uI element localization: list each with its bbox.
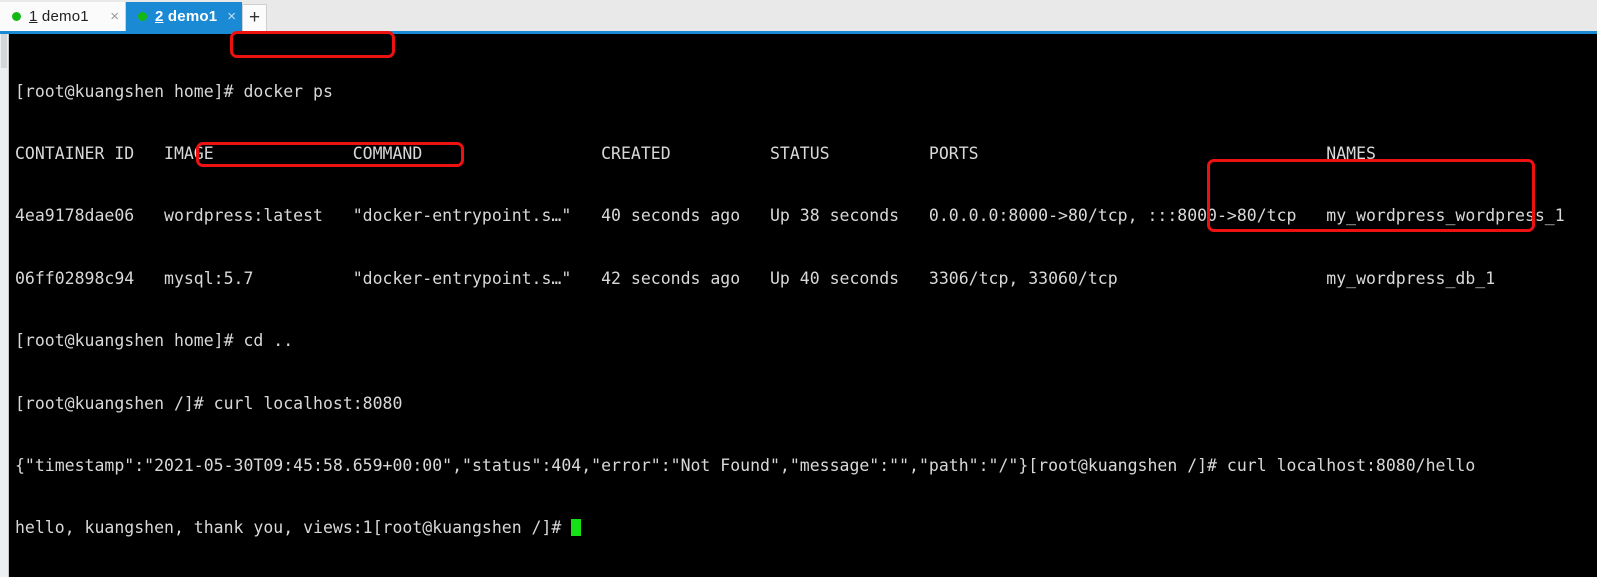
- terminal-window: 1 demo1 × 2 demo1 × + [root@kuangshen ho…: [0, 0, 1597, 577]
- scrollbar-thumb[interactable]: [1, 34, 7, 68]
- tab-demo1-2[interactable]: 2 demo1 ×: [126, 2, 242, 31]
- session-status-dot-icon: [12, 12, 21, 21]
- terminal-line: [root@kuangshen home]# docker ps: [15, 81, 333, 101]
- block-cursor: [571, 519, 582, 537]
- tab-label-1: 1 demo1: [29, 8, 104, 25]
- terminal-line: {"timestamp":"2021-05-30T09:45:58.659+00…: [15, 455, 1476, 475]
- tab-label-2: 2 demo1: [155, 8, 221, 25]
- terminal-line-with-cursor: hello, kuangshen, thank you, views:1[roo…: [15, 518, 1597, 539]
- tab-demo1-1[interactable]: 1 demo1 ×: [0, 2, 126, 31]
- terminal-line: [root@kuangshen /]# curl localhost:8080: [15, 393, 403, 413]
- tab-index-2: 2: [155, 8, 164, 25]
- terminal-line-text: hello, kuangshen, thank you, views:1[roo…: [15, 518, 572, 538]
- close-icon[interactable]: ×: [110, 9, 119, 24]
- terminal-line: CONTAINER ID IMAGE COMMAND CREATED STATU…: [15, 143, 1376, 163]
- close-icon[interactable]: ×: [227, 9, 236, 24]
- tab-title-2: demo1: [163, 8, 218, 25]
- terminal-line: 4ea9178dae06 wordpress:latest "docker-en…: [15, 206, 1565, 226]
- terminal-pane: [root@kuangshen home]# docker ps CONTAIN…: [0, 34, 1597, 577]
- terminal-line: 06ff02898c94 mysql:5.7 "docker-entrypoin…: [15, 268, 1496, 288]
- tab-bar: 1 demo1 × 2 demo1 × +: [0, 0, 1597, 31]
- session-status-dot-icon: [138, 12, 147, 21]
- terminal-line: [root@kuangshen home]# cd ..: [15, 331, 294, 351]
- terminal-screen[interactable]: [root@kuangshen home]# docker ps CONTAIN…: [9, 34, 1597, 577]
- tab-index-1: 1: [29, 8, 38, 25]
- tab-title-1: demo1: [37, 8, 89, 25]
- terminal-scrollbar[interactable]: [0, 34, 9, 577]
- new-tab-button[interactable]: +: [242, 4, 267, 31]
